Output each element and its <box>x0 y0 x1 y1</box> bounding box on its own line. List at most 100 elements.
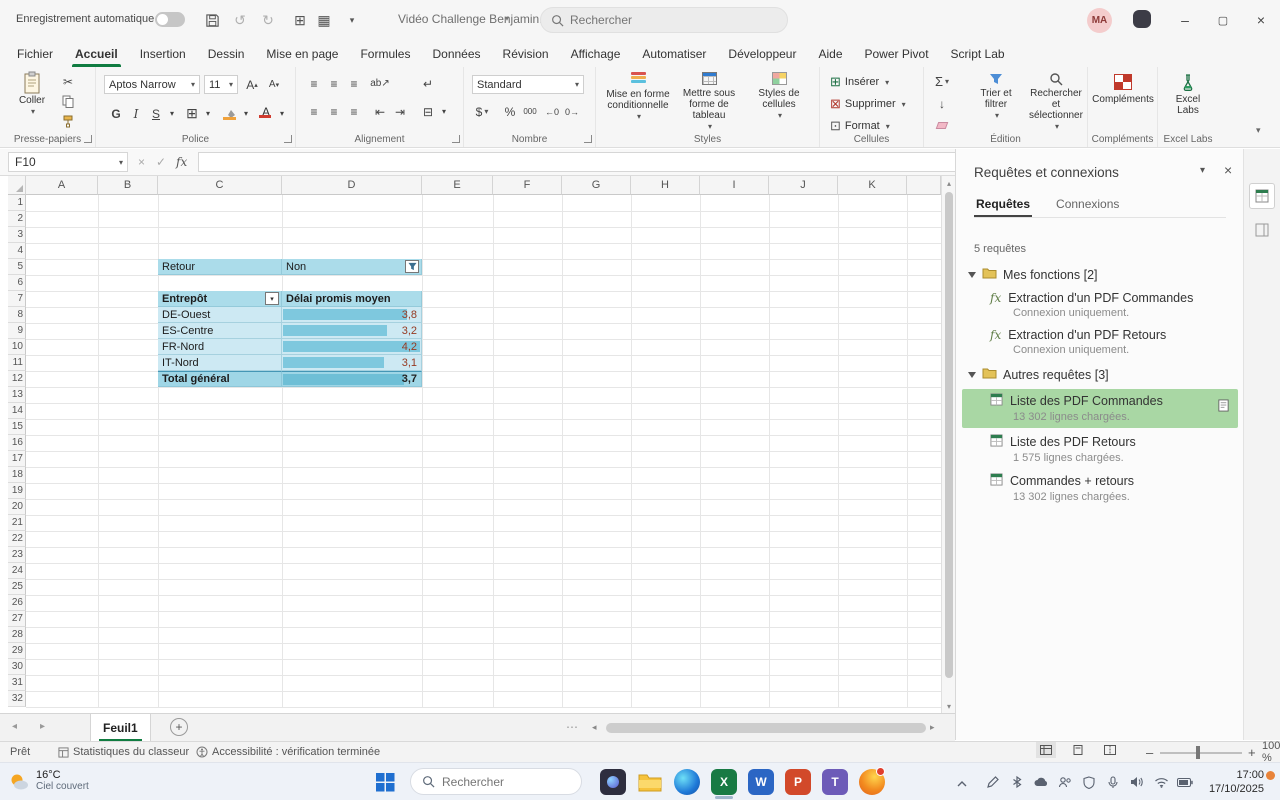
font-name-combo[interactable]: Aptos Narrow ▾ <box>104 75 200 94</box>
column-header-e[interactable]: E <box>422 176 493 195</box>
ribbon-tab-aide[interactable]: Aide <box>807 42 853 67</box>
hscroll-right-icon[interactable]: ▸ <box>930 722 935 733</box>
ribbon-tab-affichage[interactable]: Affichage <box>560 42 632 67</box>
avatar[interactable]: MA <box>1087 8 1112 33</box>
conditional-formatting-button[interactable]: Mise en forme conditionnelle ▾ <box>604 72 672 122</box>
taskbar-search-input[interactable] <box>442 774 552 789</box>
redo-icon[interactable]: ↻ <box>256 8 280 32</box>
search-input[interactable] <box>570 13 750 27</box>
wrap-text-icon[interactable]: ↵ <box>418 75 438 92</box>
taskbar-app-word-icon[interactable]: W <box>748 769 774 795</box>
addins-button[interactable]: Compléments <box>1092 74 1154 105</box>
column-header-a[interactable]: A <box>26 176 98 195</box>
increase-decimal-icon[interactable]: ←0 <box>542 103 562 120</box>
zoom-slider-thumb[interactable] <box>1196 746 1200 759</box>
tab-connections[interactable]: Connexions <box>1054 191 1121 217</box>
preview-icon[interactable] <box>1217 399 1230 415</box>
battery-icon[interactable] <box>1176 774 1194 790</box>
scroll-down-icon[interactable]: ▾ <box>942 699 956 713</box>
ribbon-tab-dessin[interactable]: Dessin <box>197 42 256 67</box>
hscroll-left-icon[interactable]: ◂ <box>592 722 597 733</box>
cell-warehouse[interactable]: ES-Centre <box>158 323 282 339</box>
column-header-h[interactable]: H <box>631 176 700 195</box>
column-header-f[interactable]: F <box>493 176 562 195</box>
insert-function-icon[interactable]: fx <box>176 155 187 169</box>
accessibility-status[interactable]: Accessibilité : vérification terminée <box>196 742 380 762</box>
row-header-19[interactable]: 19 <box>8 483 26 499</box>
row-header-15[interactable]: 15 <box>8 419 26 435</box>
fill-color-chevron-icon[interactable]: ▾ <box>236 105 256 122</box>
row-header-2[interactable]: 2 <box>8 211 26 227</box>
dialog-launcher-icon[interactable] <box>284 135 292 143</box>
taskbar-app-powerpoint-icon[interactable]: P <box>785 769 811 795</box>
clear-icon[interactable] <box>932 117 952 134</box>
align-bottom-icon[interactable]: ≡ <box>344 75 364 92</box>
row-header-30[interactable]: 30 <box>8 659 26 675</box>
document-title[interactable]: Vidéo Challenge Benjamin... <box>398 12 549 26</box>
font-size-combo[interactable]: 11 ▾ <box>204 75 238 94</box>
paste-button[interactable]: Coller ▾ <box>12 71 52 117</box>
dialog-launcher-icon[interactable] <box>84 135 92 143</box>
row-header-25[interactable]: 25 <box>8 579 26 595</box>
page-layout-view-icon[interactable] <box>1068 742 1088 758</box>
prev-sheet-icon[interactable]: ◂ <box>12 721 17 732</box>
taskbar-clock[interactable]: 17:00 17/10/2025 <box>1209 768 1264 796</box>
cell-total-label[interactable]: Total général <box>158 371 282 387</box>
cell-filter-value[interactable]: Non <box>282 259 422 275</box>
cell-warehouse[interactable]: IT-Nord <box>158 355 282 371</box>
taskbar-search[interactable] <box>410 768 582 795</box>
row-header-9[interactable]: 9 <box>8 323 26 339</box>
quick-grid-icon[interactable]: ▦ <box>312 8 336 32</box>
cell-delai-header[interactable]: Délai promis moyen <box>282 291 422 307</box>
row-header-32[interactable]: 32 <box>8 691 26 707</box>
weather-widget[interactable]: 16°C Ciel couvert <box>36 769 89 792</box>
maximize-button[interactable]: ▢ <box>1204 0 1242 40</box>
quick-table-icon[interactable]: ⊞ <box>288 8 312 32</box>
decrease-font-icon[interactable]: A ▾ <box>264 76 284 93</box>
cancel-icon[interactable]: × <box>138 155 145 169</box>
row-header-3[interactable]: 3 <box>8 227 26 243</box>
volume-icon[interactable] <box>1128 774 1146 790</box>
row-header-13[interactable]: 13 <box>8 387 26 403</box>
sort-filter-button[interactable]: Trier et filtrer ▾ <box>968 72 1024 121</box>
tab-queries[interactable]: Requêtes <box>974 191 1033 217</box>
row-header-27[interactable]: 27 <box>8 611 26 627</box>
row-header-28[interactable]: 28 <box>8 627 26 643</box>
taskbar-app-teams-icon[interactable]: T <box>822 769 848 795</box>
cell-filter-label[interactable]: Retour <box>158 259 282 275</box>
row-header-12[interactable]: 12 <box>8 371 26 387</box>
zoom-level[interactable]: 100 % <box>1262 740 1280 764</box>
autosave-toggle[interactable] <box>155 12 185 27</box>
scroll-up-icon[interactable]: ▴ <box>942 176 956 190</box>
ribbon-tab-donnees[interactable]: Données <box>421 42 491 67</box>
minimize-button[interactable]: – <box>1166 0 1204 40</box>
currency-icon[interactable]: $ ▾ <box>472 103 492 120</box>
row-header-11[interactable]: 11 <box>8 355 26 371</box>
row-header-23[interactable]: 23 <box>8 547 26 563</box>
decrease-decimal-icon[interactable]: 0→ <box>562 103 582 120</box>
row-header-31[interactable]: 31 <box>8 675 26 691</box>
cell-entrepot-header[interactable]: Entrepôt ▾ <box>158 291 282 307</box>
new-sheet-button[interactable]: + <box>170 718 188 736</box>
increase-font-icon[interactable]: A ▴ <box>242 76 262 93</box>
excel-labs-button[interactable]: Excel Labs <box>1164 74 1212 116</box>
next-sheet-icon[interactable]: ▸ <box>40 721 45 732</box>
vertical-scroll-thumb[interactable] <box>945 192 953 678</box>
column-header-i[interactable]: I <box>700 176 769 195</box>
bluetooth-icon[interactable] <box>1008 774 1026 790</box>
qat-chevron-icon[interactable]: ▾ <box>340 8 364 32</box>
thousands-icon[interactable]: 000 <box>520 103 540 120</box>
entrepot-filter-dropdown[interactable]: ▾ <box>265 292 279 305</box>
tray-expand-icon[interactable] <box>956 777 968 791</box>
row-header-26[interactable]: 26 <box>8 595 26 611</box>
start-button[interactable] <box>376 773 395 795</box>
delete-cells-button[interactable]: ⊠ Supprimer ▾ <box>830 96 906 112</box>
column-header-b[interactable]: B <box>98 176 158 195</box>
mic-icon[interactable] <box>1104 774 1122 790</box>
sheet-tab-feuil1[interactable]: Feuil1 <box>90 714 151 741</box>
wifi-icon[interactable] <box>1152 774 1170 790</box>
weather-icon[interactable] <box>8 771 30 796</box>
cut-icon[interactable]: ✂ <box>58 73 78 90</box>
ribbon-tab-revision[interactable]: Révision <box>492 42 560 67</box>
merge-chevron-icon[interactable]: ▾ <box>434 103 454 120</box>
